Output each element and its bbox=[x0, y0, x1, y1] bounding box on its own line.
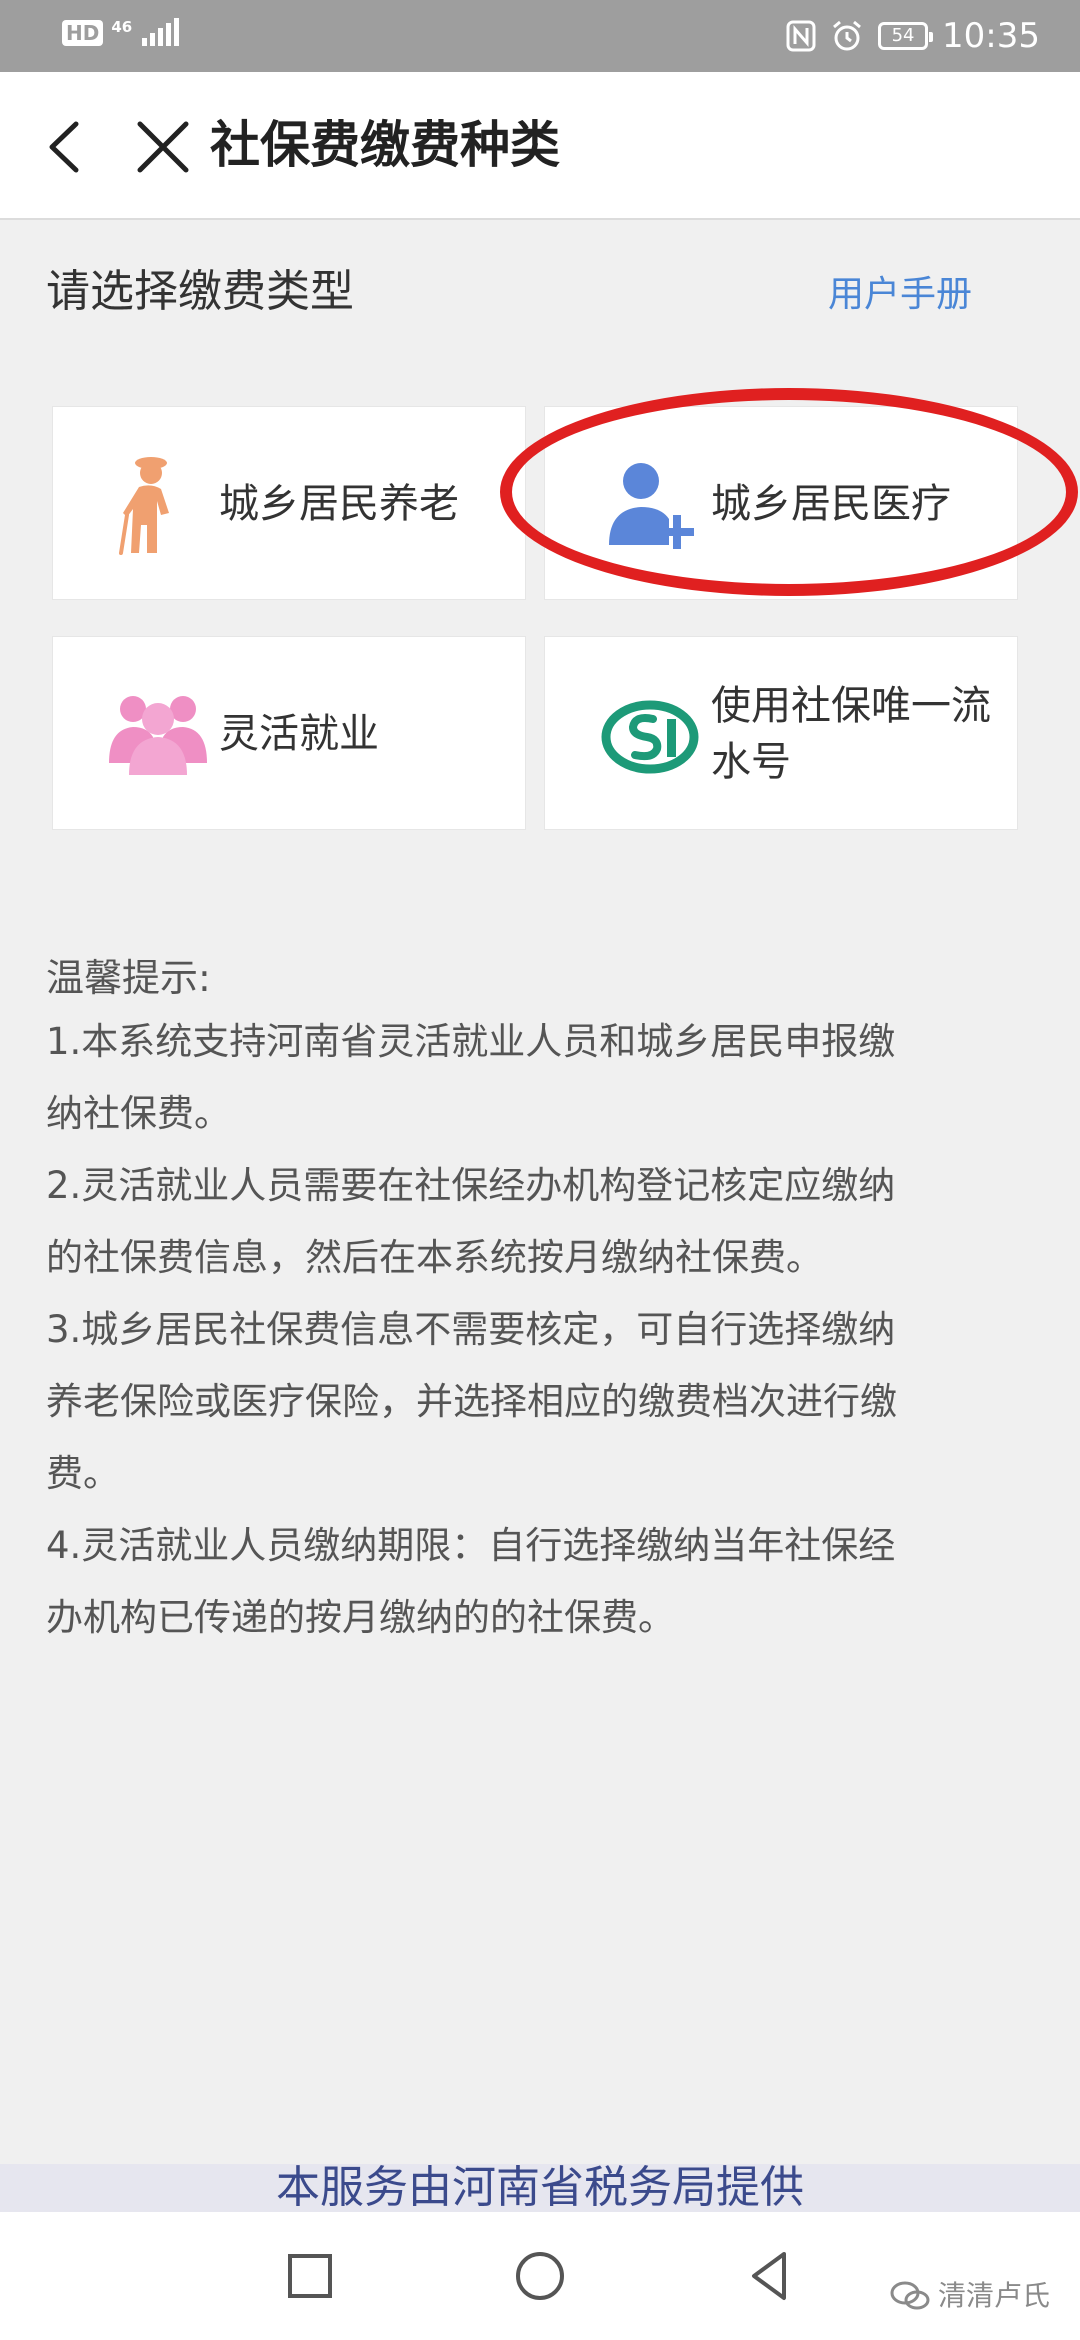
user-plus-icon bbox=[609, 463, 694, 549]
tip-line: 办机构已传递的按月缴纳的的社保费。 bbox=[46, 1596, 675, 1639]
back-arrow-icon[interactable] bbox=[36, 112, 96, 182]
tip-line: 养老保险或医疗保险，并选择相应的缴费档次进行缴 bbox=[46, 1380, 897, 1423]
tip-line: 纳社保费。 bbox=[46, 1092, 231, 1135]
section-title: 请选择缴费类型 bbox=[46, 266, 354, 317]
wechat-icon bbox=[890, 2281, 930, 2310]
battery-icon: 54 bbox=[878, 22, 934, 50]
user-manual-link[interactable]: 用户手册 bbox=[828, 268, 972, 322]
back-triangle-icon[interactable] bbox=[740, 2246, 800, 2306]
tip-line: 3.城乡居民社保费信息不需要核定，可自行选择缴纳 bbox=[46, 1308, 896, 1351]
social-security-logo-icon bbox=[601, 700, 699, 774]
clock: 10:35 bbox=[942, 16, 1040, 56]
close-icon[interactable] bbox=[128, 112, 198, 182]
status-left: HD 46 bbox=[62, 18, 180, 48]
network-type: 46 bbox=[111, 18, 133, 36]
option-label: 城乡居民医疗 bbox=[711, 481, 951, 527]
status-bar: HD 46 54 10:35 bbox=[0, 0, 1080, 72]
page-title: 社保费缴费种类 bbox=[210, 116, 560, 174]
nfc-icon bbox=[786, 20, 816, 52]
option-label: 灵活就业 bbox=[219, 711, 379, 757]
tip-line: 1.本系统支持河南省灵活就业人员和城乡居民申报缴 bbox=[46, 1020, 896, 1063]
tip-line: 费。 bbox=[46, 1452, 120, 1495]
signal-icon bbox=[142, 18, 180, 46]
watermark-text: 清清卢氏 bbox=[937, 2279, 1050, 2312]
tip-line: 4.灵活就业人员缴纳期限：自行选择缴纳当年社保经 bbox=[46, 1524, 896, 1567]
option-card-serial-number[interactable]: 使用社保唯一流水号 bbox=[544, 636, 1018, 830]
tip-line: 的社保费信息，然后在本系统按月缴纳社保费。 bbox=[46, 1236, 823, 1279]
battery-level: 54 bbox=[891, 25, 915, 46]
home-icon[interactable] bbox=[510, 2246, 570, 2306]
option-label: 城乡居民养老 bbox=[219, 481, 459, 527]
recent-apps-icon[interactable] bbox=[280, 2246, 340, 2306]
alarm-icon bbox=[833, 20, 861, 51]
option-card-flexible-employment[interactable]: 灵活就业 bbox=[52, 636, 526, 830]
option-label: 使用社保唯一流水号 bbox=[711, 683, 991, 785]
watermark: 清清卢氏 bbox=[890, 2278, 1050, 2314]
tips-title: 温馨提示: bbox=[46, 956, 211, 1000]
tips-section: 温馨提示: 1.本系统支持河南省灵活就业人员和城乡居民申报缴 纳社保费。 2.灵… bbox=[46, 950, 1026, 1654]
hd-badge: HD bbox=[62, 20, 104, 46]
elderly-person-icon bbox=[119, 457, 169, 555]
footer-provider-text: 本服务由河南省税务局提供 bbox=[0, 2164, 1080, 2212]
title-bar: 社保费缴费种类 bbox=[0, 72, 1080, 220]
system-nav-bar bbox=[0, 2212, 1080, 2340]
option-card-pension[interactable]: 城乡居民养老 bbox=[52, 406, 526, 600]
tip-line: 2.灵活就业人员需要在社保经办机构登记核定应缴纳 bbox=[46, 1164, 896, 1207]
status-right: 54 10:35 bbox=[786, 12, 1040, 60]
people-group-icon bbox=[109, 696, 207, 775]
option-card-medical[interactable]: 城乡居民医疗 bbox=[544, 406, 1018, 600]
